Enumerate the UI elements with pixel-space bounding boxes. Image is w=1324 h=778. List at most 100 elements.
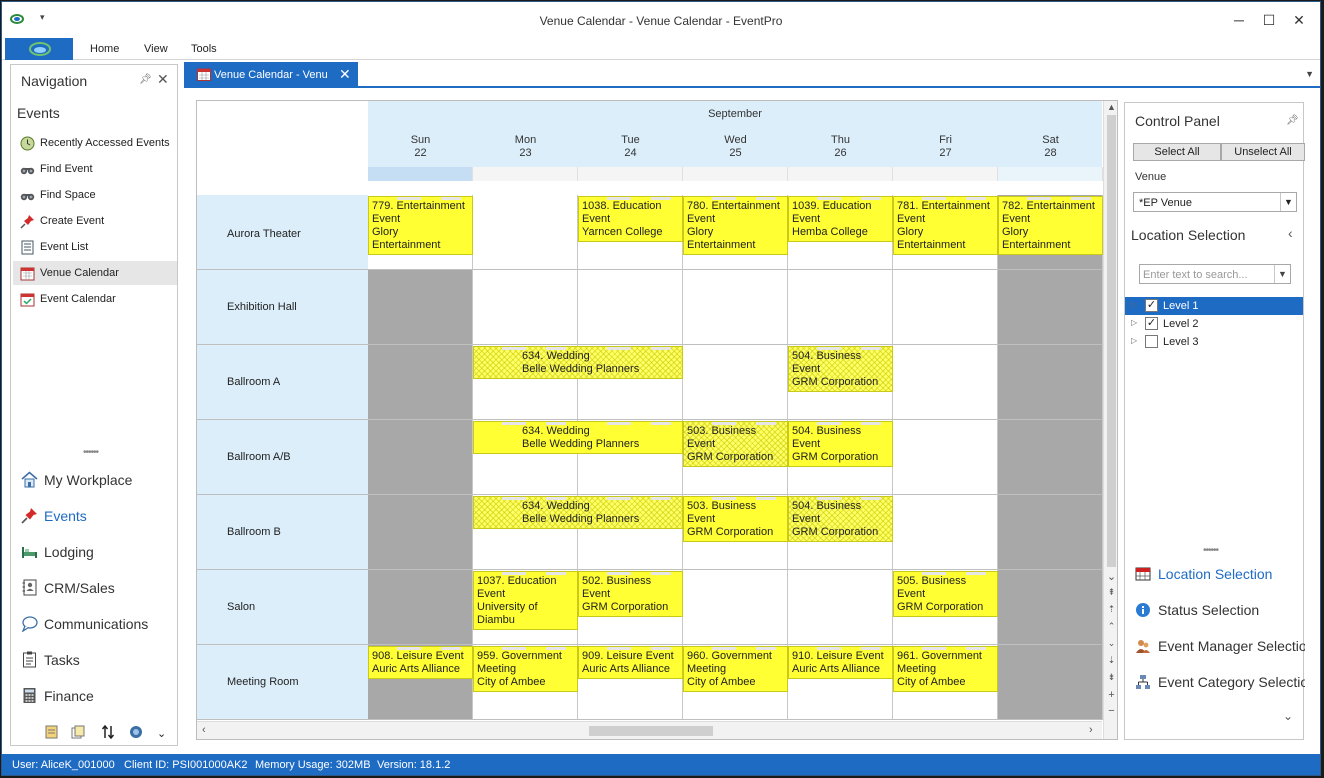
notes-icon[interactable] [45, 725, 58, 742]
event-category-selection-link[interactable]: Event Category Selection [1135, 671, 1305, 695]
chevron-down-icon[interactable]: ▼ [1274, 265, 1290, 283]
day-strip[interactable] [578, 167, 683, 181]
event-block[interactable]: 634. Wedding Belle Wedding Planners [473, 421, 683, 454]
zoom-in-icon[interactable]: + [1104, 689, 1117, 701]
day-header[interactable]: Thu 26 [788, 134, 893, 160]
calendar-cell[interactable] [368, 345, 473, 420]
nav-item-find-space[interactable]: Find Space [13, 183, 177, 207]
room-row-header[interactable]: Ballroom B [197, 495, 368, 570]
calendar-cell[interactable] [998, 345, 1103, 420]
day-strip[interactable] [368, 167, 473, 181]
scroll-up-icon[interactable]: ▲ [1104, 102, 1117, 112]
day-strip[interactable] [473, 167, 578, 181]
event-block[interactable]: 908. Leisure Event Auric Arts Alliance [368, 646, 473, 679]
calendar-cell[interactable] [683, 570, 788, 645]
calendar-cell[interactable] [893, 420, 998, 495]
collapse-chevron-icon[interactable]: ‹ [1288, 225, 1293, 241]
event-block[interactable]: 504. Business Event GRM Corporation [788, 421, 893, 467]
scroll-first-icon[interactable]: ⇞ [1104, 587, 1117, 598]
tree-item-level[interactable]: ▷ Level 3 [1125, 333, 1303, 351]
scroll-down-small-icon[interactable]: ⌄ [1104, 638, 1117, 649]
chevron-down-icon[interactable]: ▼ [1280, 193, 1296, 211]
horizontal-scroll-thumb[interactable] [589, 726, 713, 736]
nav-item-recently-accessed-events[interactable]: Recently Accessed Events [13, 131, 177, 155]
event-block[interactable]: 960. Government Meeting City of Ambee [683, 646, 788, 692]
menu-home[interactable]: Home [90, 43, 119, 55]
minimize-button[interactable]: ─ [1224, 10, 1254, 30]
day-header[interactable]: Sat 28 [998, 134, 1103, 160]
event-block[interactable]: 502. Business Event GRM Corporation [578, 571, 683, 617]
splitter-grip[interactable]: •••••• [83, 447, 99, 458]
horizontal-scrollbar[interactable]: ‹ › [197, 721, 1102, 739]
calendar-cell[interactable] [788, 270, 893, 345]
close-tab-icon[interactable]: ✕ [339, 66, 351, 83]
day-strip[interactable] [788, 167, 893, 181]
event-block[interactable]: 1039. Education Event Hemba College [788, 196, 893, 242]
calendar-cell[interactable] [368, 270, 473, 345]
event-block[interactable]: 959. Government Meeting City of Ambee [473, 646, 578, 692]
day-strip[interactable] [683, 167, 788, 181]
vertical-scrollbar[interactable]: ▲ ⌄ ⇞ ⇡ ⌃ ⌄ ⇣ ⇟ + − [1103, 101, 1117, 739]
event-block[interactable]: 780. Entertainment Event Glory Entertain… [683, 196, 788, 255]
location-selection-link[interactable]: Location Selection [1135, 563, 1305, 587]
venue-select[interactable]: *EP Venue ▼ [1133, 192, 1297, 212]
status-selection-link[interactable]: Status Selection [1135, 599, 1305, 623]
room-row-header[interactable]: Meeting Room [197, 645, 368, 720]
scroll-last-icon[interactable]: ⇟ [1104, 672, 1117, 683]
room-row-header[interactable]: Aurora Theater [197, 195, 368, 270]
event-block[interactable]: 1037. Education Event University of Diam… [473, 571, 578, 630]
event-block[interactable]: 910. Leisure Event Auric Arts Alliance [788, 646, 893, 679]
calendar-cell[interactable] [578, 270, 683, 345]
maximize-button[interactable]: ☐ [1254, 10, 1284, 30]
scroll-right-icon[interactable]: › [1089, 724, 1093, 736]
event-block[interactable]: 634. Wedding Belle Wedding Planners [473, 496, 683, 529]
event-block[interactable]: 503. Business Event GRM Corporation [683, 421, 788, 467]
tree-item-level[interactable]: ▷ ✓ Level 1 [1125, 297, 1303, 315]
nav-group-tasks[interactable]: Tasks [11, 644, 177, 674]
scroll-page-up-icon[interactable]: ⇡ [1104, 604, 1117, 615]
event-block[interactable]: 505. Business Event GRM Corporation [893, 571, 998, 617]
calendar-cell[interactable] [998, 570, 1103, 645]
calendar-cell[interactable] [893, 345, 998, 420]
expand-arrow-icon[interactable]: ▷ [1131, 336, 1137, 345]
chevron-down-icon[interactable]: ⌄ [157, 727, 166, 740]
event-block[interactable]: 781. Entertainment Event Glory Entertain… [893, 196, 998, 255]
event-block[interactable]: 504. Business Event GRM Corporation [788, 346, 893, 392]
event-block[interactable]: 782. Entertainment Event Glory Entertain… [998, 196, 1103, 255]
nav-group-lodging[interactable]: Lodging [11, 536, 177, 566]
select-all-button[interactable]: Select All [1133, 143, 1221, 161]
pin-icon[interactable]: 📌︎ [1286, 115, 1299, 126]
day-header[interactable]: Fri 27 [893, 134, 998, 160]
sort-arrows-icon[interactable] [101, 724, 115, 742]
menu-tools[interactable]: Tools [191, 43, 217, 55]
level-checkbox[interactable] [1145, 335, 1158, 348]
calendar-cell[interactable] [368, 420, 473, 495]
nav-group-finance[interactable]: Finance [11, 680, 177, 710]
close-window-button[interactable]: ✕ [1284, 10, 1314, 30]
event-block[interactable]: 504. Business Event GRM Corporation [788, 496, 893, 542]
room-row-header[interactable]: Salon [197, 570, 368, 645]
calendar-cell[interactable] [368, 570, 473, 645]
menu-view[interactable]: View [144, 43, 168, 55]
event-block[interactable]: 503. Business Event GRM Corporation [683, 496, 788, 542]
event-manager-selection-link[interactable]: Event Manager Selection [1135, 635, 1305, 659]
event-block[interactable]: 961. Government Meeting City of Ambee [893, 646, 998, 692]
day-strip[interactable] [998, 167, 1103, 181]
documents-icon[interactable] [71, 725, 85, 742]
calendar-cell[interactable] [998, 495, 1103, 570]
event-block[interactable]: 634. Wedding Belle Wedding Planners [473, 346, 683, 379]
day-header[interactable]: Mon 23 [473, 134, 578, 160]
scroll-page-down-icon[interactable]: ⇣ [1104, 655, 1117, 666]
day-header[interactable]: Tue 24 [578, 134, 683, 160]
nav-item-venue-calendar[interactable]: Venue Calendar [13, 261, 177, 285]
nav-item-event-calendar[interactable]: Event Calendar [13, 287, 177, 311]
calendar-cell[interactable] [998, 270, 1103, 345]
nav-group-events[interactable]: Events [11, 500, 177, 530]
day-strip[interactable] [893, 167, 998, 181]
event-block[interactable]: 1038. Education Event Yarncen College [578, 196, 683, 242]
calendar-cell[interactable] [368, 495, 473, 570]
expand-arrow-icon[interactable]: ▷ [1131, 300, 1137, 309]
calendar-cell[interactable] [788, 570, 893, 645]
calendar-cell[interactable] [683, 345, 788, 420]
unselect-all-button[interactable]: Unselect All [1221, 143, 1305, 161]
